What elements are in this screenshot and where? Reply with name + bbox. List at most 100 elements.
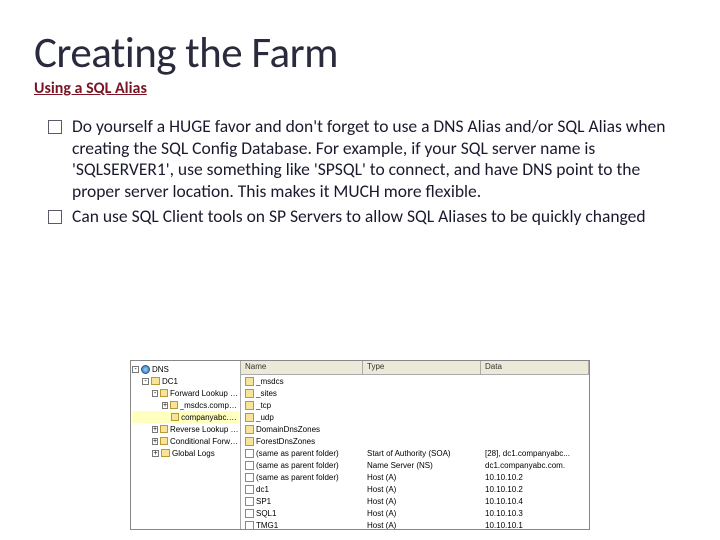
folder-icon [161, 449, 170, 457]
dns-tree-pane: -DNS-DC1-Forward Lookup Zones+_msdcs.com… [131, 361, 241, 529]
record-type: Host (A) [363, 509, 481, 518]
record-name: ForestDnsZones [256, 437, 315, 446]
record-data: [28], dc1.companyabc... [481, 449, 589, 458]
bullet-list: Do yourself a HUGE favor and don't forge… [34, 116, 686, 227]
expand-icon[interactable]: + [152, 426, 158, 433]
dns-record-row[interactable]: _tcp [241, 399, 589, 411]
tree-node[interactable]: + Conditional Forwarders [132, 435, 239, 447]
dns-list-body: _msdcs _sites _tcp _udpDomainDnsZones Forest… [241, 375, 589, 529]
record-name: dc1 [256, 485, 269, 494]
folder-icon [245, 413, 254, 422]
bullet-text: Do yourself a HUGE favor and don't forge… [72, 116, 686, 203]
record-name: _udp [256, 413, 274, 422]
bullet-item: Do yourself a HUGE favor and don't forge… [48, 116, 686, 203]
record-name: _sites [256, 389, 277, 398]
dns-list-header: Name Type Data [241, 361, 589, 375]
record-icon [245, 521, 254, 530]
tree-node[interactable]: + Global Logs [132, 447, 239, 459]
tree-label: Forward Lookup Zones [170, 389, 239, 398]
tree-label: DNS [152, 365, 169, 374]
dns-record-row[interactable]: (same as parent folder) Name Server (NS)d… [241, 459, 589, 471]
folder-icon [245, 377, 254, 386]
folder-icon [160, 425, 168, 433]
record-data: 10.10.10.4 [481, 497, 589, 506]
record-icon [245, 497, 254, 506]
tree-node[interactable]: - Forward Lookup Zones [132, 387, 239, 399]
folder-icon [171, 413, 179, 421]
expand-icon[interactable]: + [152, 450, 159, 457]
server-icon [151, 377, 160, 385]
tree-label: companyabc.com [181, 413, 239, 422]
record-type: Start of Authority (SOA) [363, 449, 481, 458]
slide-subtitle: Using a SQL Alias [34, 79, 686, 98]
dns-record-row[interactable]: dc1 Host (A)10.10.10.2 [241, 483, 589, 495]
record-type: Name Server (NS) [363, 461, 481, 470]
record-data: 10.10.10.2 [481, 473, 589, 482]
dns-record-row[interactable]: SQL1 Host (A)10.10.10.3 [241, 507, 589, 519]
record-name: SQL1 [256, 509, 276, 518]
record-data: 10.10.10.2 [481, 485, 589, 494]
expand-icon[interactable]: - [152, 390, 158, 397]
expand-icon[interactable]: - [142, 378, 149, 385]
record-data: 10.10.10.1 [481, 521, 589, 530]
folder-icon [160, 437, 168, 445]
record-type: Host (A) [363, 521, 481, 530]
tree-node[interactable]: - DC1 [132, 375, 239, 387]
folder-icon [160, 389, 168, 397]
tree-label: Reverse Lookup Zones [170, 425, 239, 434]
record-icon [245, 449, 254, 458]
column-type: Type [363, 361, 481, 374]
dns-record-row[interactable]: (same as parent folder) Start of Authorit… [241, 447, 589, 459]
dns-record-row[interactable]: _msdcs [241, 375, 589, 387]
tree-node[interactable]: - DNS [132, 363, 239, 375]
tree-label: DC1 [162, 377, 178, 386]
record-name: _msdcs [256, 377, 284, 386]
folder-icon [245, 437, 254, 446]
record-icon [245, 485, 254, 494]
tree-node[interactable]: + _msdcs.companyabc [132, 399, 239, 411]
record-name: (same as parent folder) [256, 461, 339, 470]
expand-icon[interactable]: + [162, 402, 168, 409]
dns-list-pane: Name Type Data _msdcs _sites _tcp _udpDomai… [241, 361, 589, 529]
dns-record-row[interactable]: _udp [241, 411, 589, 423]
record-type: Host (A) [363, 473, 481, 482]
column-name: Name [241, 361, 363, 374]
dns-record-row[interactable]: TMG1 Host (A)10.10.10.1 [241, 519, 589, 529]
expand-icon[interactable]: - [132, 366, 139, 373]
folder-icon [245, 425, 254, 434]
slide: Creating the Farm Using a SQL Alias Do y… [0, 0, 720, 540]
slide-title: Creating the Farm [34, 26, 686, 79]
record-name: _tcp [256, 401, 271, 410]
record-name: (same as parent folder) [256, 473, 339, 482]
tree-label: _msdcs.companyabc [180, 401, 239, 410]
tree-node[interactable]: companyabc.com [132, 411, 239, 423]
record-icon [245, 461, 254, 470]
tree-node[interactable]: + Reverse Lookup Zones [132, 423, 239, 435]
column-data: Data [481, 361, 589, 374]
record-icon [245, 473, 254, 482]
folder-icon [245, 401, 254, 410]
bullet-marker-icon [48, 120, 62, 134]
record-name: TMG1 [256, 521, 278, 530]
dns-record-row[interactable]: _sites [241, 387, 589, 399]
record-type: Host (A) [363, 485, 481, 494]
bullet-item: Can use SQL Client tools on SP Servers t… [48, 206, 686, 228]
folder-icon [170, 401, 178, 409]
globe-icon [141, 365, 150, 374]
record-name: SP1 [256, 497, 271, 506]
record-name: (same as parent folder) [256, 449, 339, 458]
bullet-marker-icon [48, 210, 62, 224]
dns-record-row[interactable]: ForestDnsZones [241, 435, 589, 447]
bullet-text: Can use SQL Client tools on SP Servers t… [72, 206, 686, 228]
record-data: 10.10.10.3 [481, 509, 589, 518]
dns-record-row[interactable]: (same as parent folder) Host (A)10.10.10.… [241, 471, 589, 483]
folder-icon [245, 389, 254, 398]
dns-manager-window: -DNS-DC1-Forward Lookup Zones+_msdcs.com… [130, 360, 590, 530]
dns-record-row[interactable]: SP1Host (A)10.10.10.4 [241, 495, 589, 507]
record-data: dc1.companyabc.com. [481, 461, 589, 470]
expand-icon[interactable]: + [152, 438, 158, 445]
tree-label: Conditional Forwarders [170, 437, 239, 446]
dns-record-row[interactable]: DomainDnsZones [241, 423, 589, 435]
tree-label: Global Logs [172, 449, 215, 458]
record-icon [245, 509, 254, 518]
